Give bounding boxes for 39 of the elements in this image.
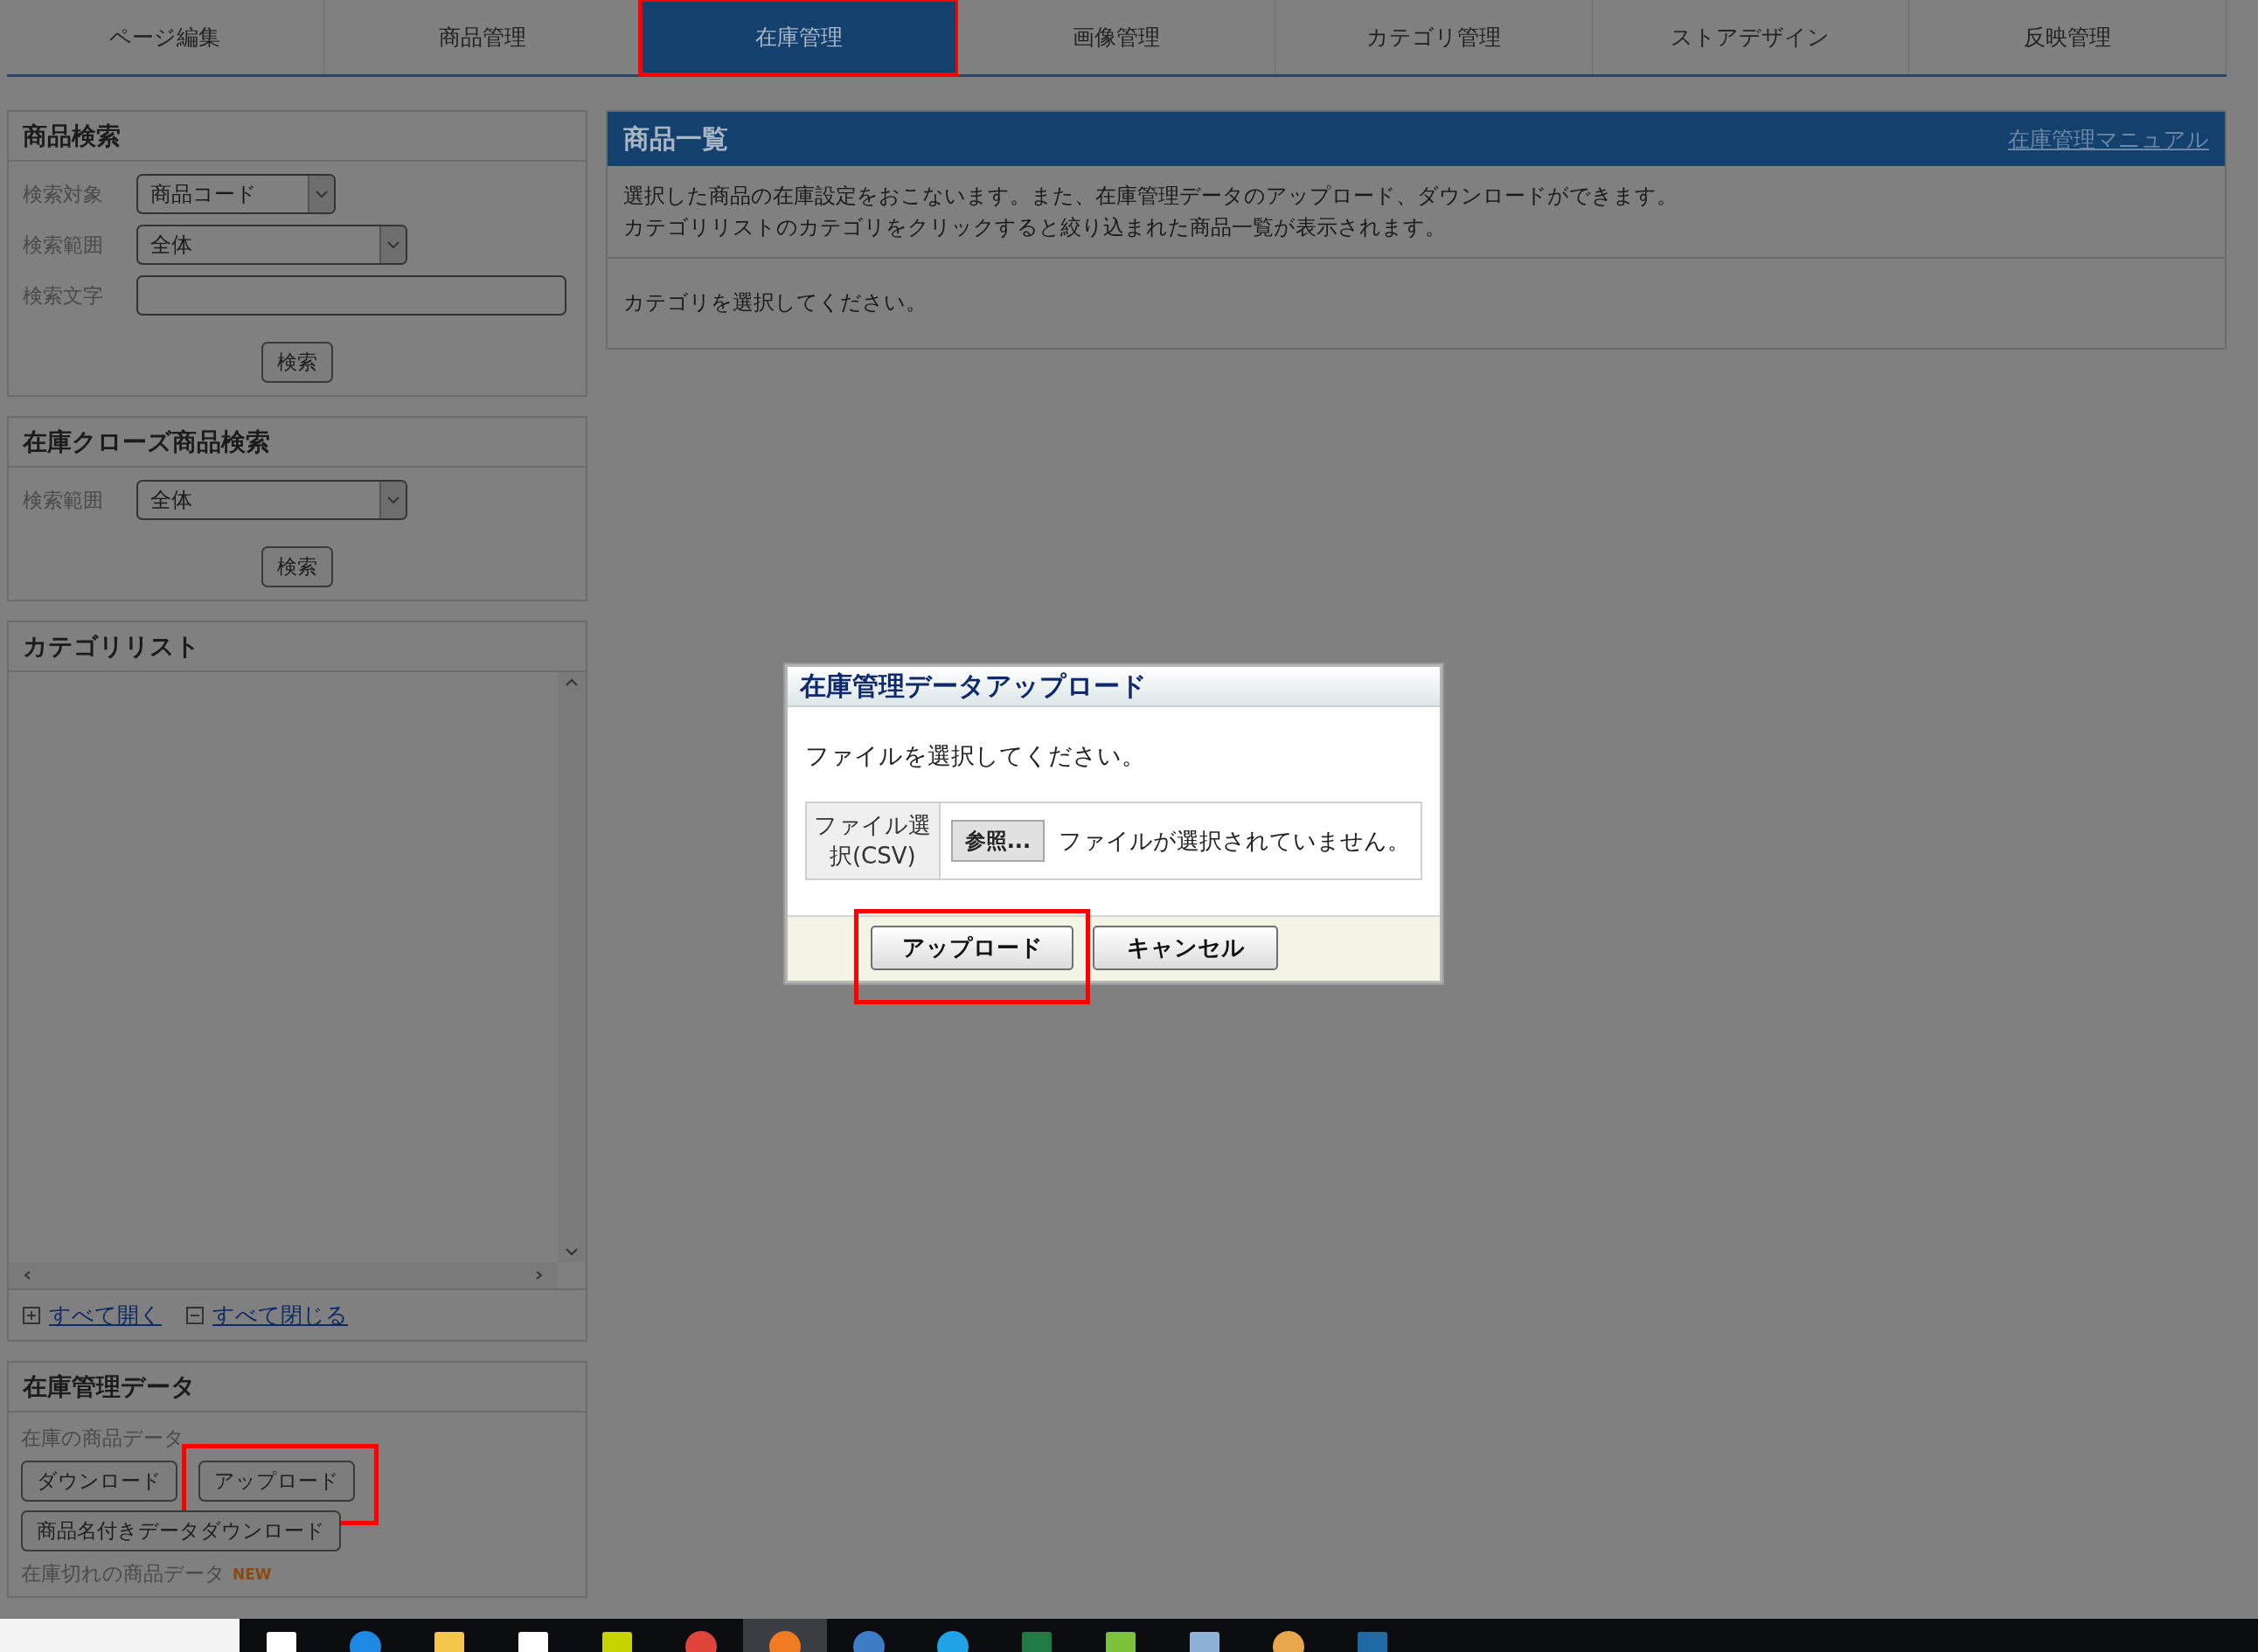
plus-box-icon (23, 1306, 40, 1324)
panel-title: カテゴリリスト (9, 622, 586, 672)
chevron-down-icon (386, 495, 400, 505)
panel-title: 商品一覧 (623, 121, 728, 156)
manual-link[interactable]: 在庫管理マニュアル (2008, 124, 2209, 154)
file-status-text: ファイルが選択されていません。 (1059, 826, 1410, 856)
cancel-button[interactable]: キャンセル (1093, 926, 1278, 971)
download-button[interactable]: ダウンロード (21, 1461, 177, 1502)
panel-title: 商品検索 (9, 112, 586, 162)
description-text: 選択した商品の在庫設定をおこないます。また、在庫管理データのアップロード、ダウンロードができます。 (623, 183, 1678, 210)
download-button[interactable]: 商品名付きデータダウンロード (21, 1510, 341, 1551)
nav-tab[interactable]: 画像管理 (958, 0, 1275, 74)
field-label: ファイル選択(CSV) (807, 803, 941, 879)
panel-title: 在庫クローズ商品検索 (9, 418, 586, 468)
dropdown[interactable]: 全体 (136, 480, 407, 520)
minus-box-icon (186, 1306, 204, 1324)
chevron-down-icon (315, 189, 329, 199)
dropdown[interactable]: 全体 (136, 225, 407, 265)
browse-button[interactable]: 参照... (950, 820, 1045, 863)
vertical-scrollbar[interactable] (558, 672, 586, 1262)
chevron-down-icon (565, 1246, 579, 1257)
chevron-down-icon (386, 239, 400, 250)
search-field[interactable] (0, 1619, 240, 1652)
description-text: カテゴリリストのカテゴリをクリックすると絞り込まれた商品一覧が表示されます。 (623, 214, 1447, 241)
panel-title: 在庫管理データ (9, 1363, 586, 1413)
message-text: カテゴリを選択してください。 (623, 290, 927, 315)
horizontal-scrollbar[interactable] (9, 1262, 558, 1288)
new-label: NEW (233, 1565, 272, 1583)
dropdown[interactable]: 商品コード (136, 174, 336, 214)
chevron-up-icon (565, 677, 579, 688)
upload-button[interactable]: アップロード (198, 1461, 355, 1502)
nav-tab[interactable]: 在庫管理 (641, 0, 959, 74)
upload-button[interactable]: アップロード (871, 926, 1073, 971)
prompt-text: ファイルを選択してください。 (805, 741, 1146, 771)
search-field[interactable] (136, 275, 566, 316)
expand-all-link[interactable]: すべて開く (49, 1301, 162, 1329)
search-button[interactable]: 検索 (261, 342, 333, 383)
search-button[interactable]: 検索 (261, 546, 333, 587)
collapse-all-link[interactable]: すべて閉じる (212, 1301, 348, 1329)
